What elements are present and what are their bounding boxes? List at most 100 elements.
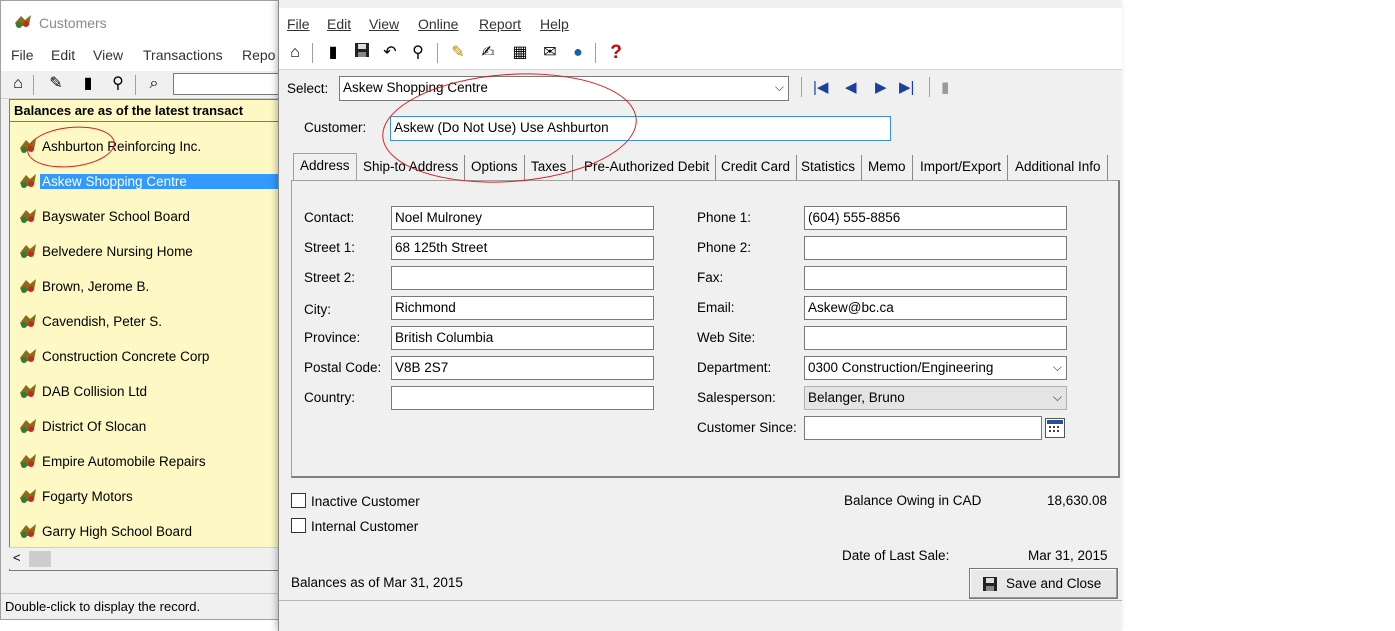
globe-icon[interactable]: ● [567, 42, 589, 64]
scroll-left-icon[interactable]: < [13, 550, 21, 565]
city-field[interactable]: Richmond [391, 296, 654, 320]
email-icon[interactable]: ✉ [539, 42, 561, 64]
customer-icon[interactable]: ⚲ [107, 73, 129, 95]
customer-name: Brown, Jerome B. [42, 279, 150, 294]
salesperson-dropdown[interactable]: Belanger, Bruno ⌵ [804, 386, 1067, 410]
list-horizontal-scrollbar[interactable]: < [9, 547, 281, 569]
undo-icon[interactable]: ↶ [379, 42, 401, 64]
customer-name: Belvedere Nursing Home [42, 244, 193, 259]
list-item[interactable]: Brown, Jerome B. [10, 276, 280, 298]
edit-pencil-icon[interactable]: ✎ [45, 73, 67, 95]
menu-online[interactable]: Online [418, 16, 458, 32]
customer-icon [18, 452, 38, 473]
customer-name: Construction Concrete Corp [42, 349, 210, 364]
website-field[interactable] [804, 326, 1067, 350]
calculator-icon[interactable]: ▦ [509, 42, 531, 64]
customer-list[interactable]: Balances are as of the latest transact A… [9, 99, 281, 571]
open-record-icon[interactable]: ▮ [322, 42, 344, 64]
home-icon[interactable]: ⌂ [284, 42, 306, 64]
inactive-customer-checkbox[interactable] [291, 493, 306, 508]
tab-import-export[interactable]: Import/Export [914, 155, 1009, 181]
street1-field[interactable]: 68 125th Street [391, 236, 654, 260]
customer-icon [18, 242, 38, 263]
list-search-input[interactable] [173, 73, 291, 95]
tab-additional-info[interactable]: Additional Info [1009, 155, 1108, 181]
edit-pencil-icon[interactable]: ✎ [447, 42, 469, 64]
list-title-bar[interactable]: Customers [1, 1, 291, 39]
open-record-icon[interactable]: ▮ [77, 73, 99, 95]
internal-customer-checkbox[interactable] [291, 518, 306, 533]
customer-icon [18, 417, 38, 438]
menu-view[interactable]: View [369, 16, 399, 32]
phone1-field[interactable]: (604) 555-8856 [804, 206, 1067, 230]
country-field[interactable] [391, 386, 654, 410]
contact-field[interactable]: Noel Mulroney [391, 206, 654, 230]
list-menu-transactions[interactable]: Transactions [143, 47, 223, 63]
list-item[interactable]: Askew Shopping Centre [10, 171, 280, 193]
menu-edit[interactable]: Edit [327, 16, 351, 32]
help-icon[interactable]: ? [605, 42, 627, 64]
tab-ship-to-address[interactable]: Ship-to Address [357, 155, 466, 181]
tab-memo[interactable]: Memo [862, 155, 913, 181]
tab-statistics[interactable]: Statistics [795, 155, 863, 181]
menu-report[interactable]: Report [479, 16, 521, 32]
street2-label: Street 2: [304, 270, 356, 285]
tab-credit-card[interactable]: Credit Card [715, 155, 798, 181]
select-customer-dropdown[interactable]: Askew Shopping Centre ⌵ [339, 76, 789, 101]
previous-record-icon[interactable]: ◀ [845, 78, 857, 96]
list-item[interactable]: Fogarty Motors [10, 486, 280, 508]
first-record-icon[interactable]: |◀ [813, 78, 828, 96]
list-menu-view[interactable]: View [93, 47, 123, 63]
customer-name-field[interactable]: Askew (Do Not Use) Use Ashburton [390, 116, 891, 141]
list-status-bar: Double-click to display the record. [1, 593, 291, 619]
street2-field[interactable] [391, 266, 654, 290]
list-item[interactable]: Cavendish, Peter S. [10, 311, 280, 333]
search-icon[interactable]: ⌕ [143, 73, 165, 95]
save-icon[interactable] [351, 42, 373, 64]
customer-name: Garry High School Board [42, 524, 193, 539]
postal-code-field[interactable]: V8B 2S7 [391, 356, 654, 380]
fax-field[interactable] [804, 266, 1067, 290]
customer-name: Askew Shopping Centre [40, 174, 280, 189]
list-menu-edit[interactable]: Edit [51, 47, 75, 63]
customer-icon [18, 277, 38, 298]
list-menu-report[interactable]: Repo [242, 47, 275, 63]
customer-icon [18, 347, 38, 368]
chevron-down-icon[interactable]: ⌵ [775, 80, 784, 95]
tab-options[interactable]: Options [465, 155, 525, 181]
calendar-icon[interactable] [1045, 418, 1065, 438]
department-dropdown[interactable]: 0300 Construction/Engineering ⌵ [804, 356, 1067, 380]
menu-file[interactable]: File [287, 16, 310, 32]
list-item[interactable]: Garry High School Board [10, 521, 280, 543]
list-item[interactable]: Bayswater School Board [10, 206, 280, 228]
phone2-field[interactable] [804, 236, 1067, 260]
email-field[interactable]: Askew@bc.ca [804, 296, 1067, 320]
chevron-down-icon[interactable]: ⌵ [1053, 360, 1062, 375]
scroll-thumb[interactable] [29, 551, 51, 567]
list-item[interactable]: Belvedere Nursing Home [10, 241, 280, 263]
customer-icon [18, 382, 38, 403]
customer-icon [18, 172, 38, 193]
save-and-close-button[interactable]: Save and Close [969, 568, 1118, 599]
list-item[interactable]: Ashburton Reinforcing Inc. [10, 136, 280, 158]
customer-since-field[interactable] [804, 416, 1042, 440]
next-record-icon[interactable]: ▶ [875, 78, 887, 96]
list-item[interactable]: DAB Collision Ltd [10, 381, 280, 403]
home-icon[interactable]: ⌂ [7, 73, 29, 95]
write-note-icon[interactable]: ✍ [477, 42, 499, 64]
menu-help[interactable]: Help [540, 16, 569, 32]
list-menu-file[interactable]: File [11, 47, 34, 63]
province-field[interactable]: British Columbia [391, 326, 654, 350]
customer-icon[interactable]: ⚲ [407, 42, 429, 64]
chevron-down-icon[interactable]: ⌵ [1053, 390, 1062, 405]
tab-taxes[interactable]: Taxes [525, 155, 574, 181]
save-icon [982, 576, 998, 595]
list-item[interactable]: Empire Automobile Repairs [10, 451, 280, 473]
customer-since-label: Customer Since: [697, 420, 797, 435]
tab-address[interactable]: Address [293, 153, 357, 181]
last-record-icon[interactable]: ▶| [899, 78, 914, 96]
list-item[interactable]: Construction Concrete Corp [10, 346, 280, 368]
tab-pre-authorized-debit[interactable]: Pre-Authorized Debit [578, 155, 717, 181]
list-item[interactable]: District Of Slocan [10, 416, 280, 438]
record-toolbar: ⌂ ▮ ↶ ⚲ ✎ ✍ ▦ ✉ ● ? [279, 36, 1122, 70]
